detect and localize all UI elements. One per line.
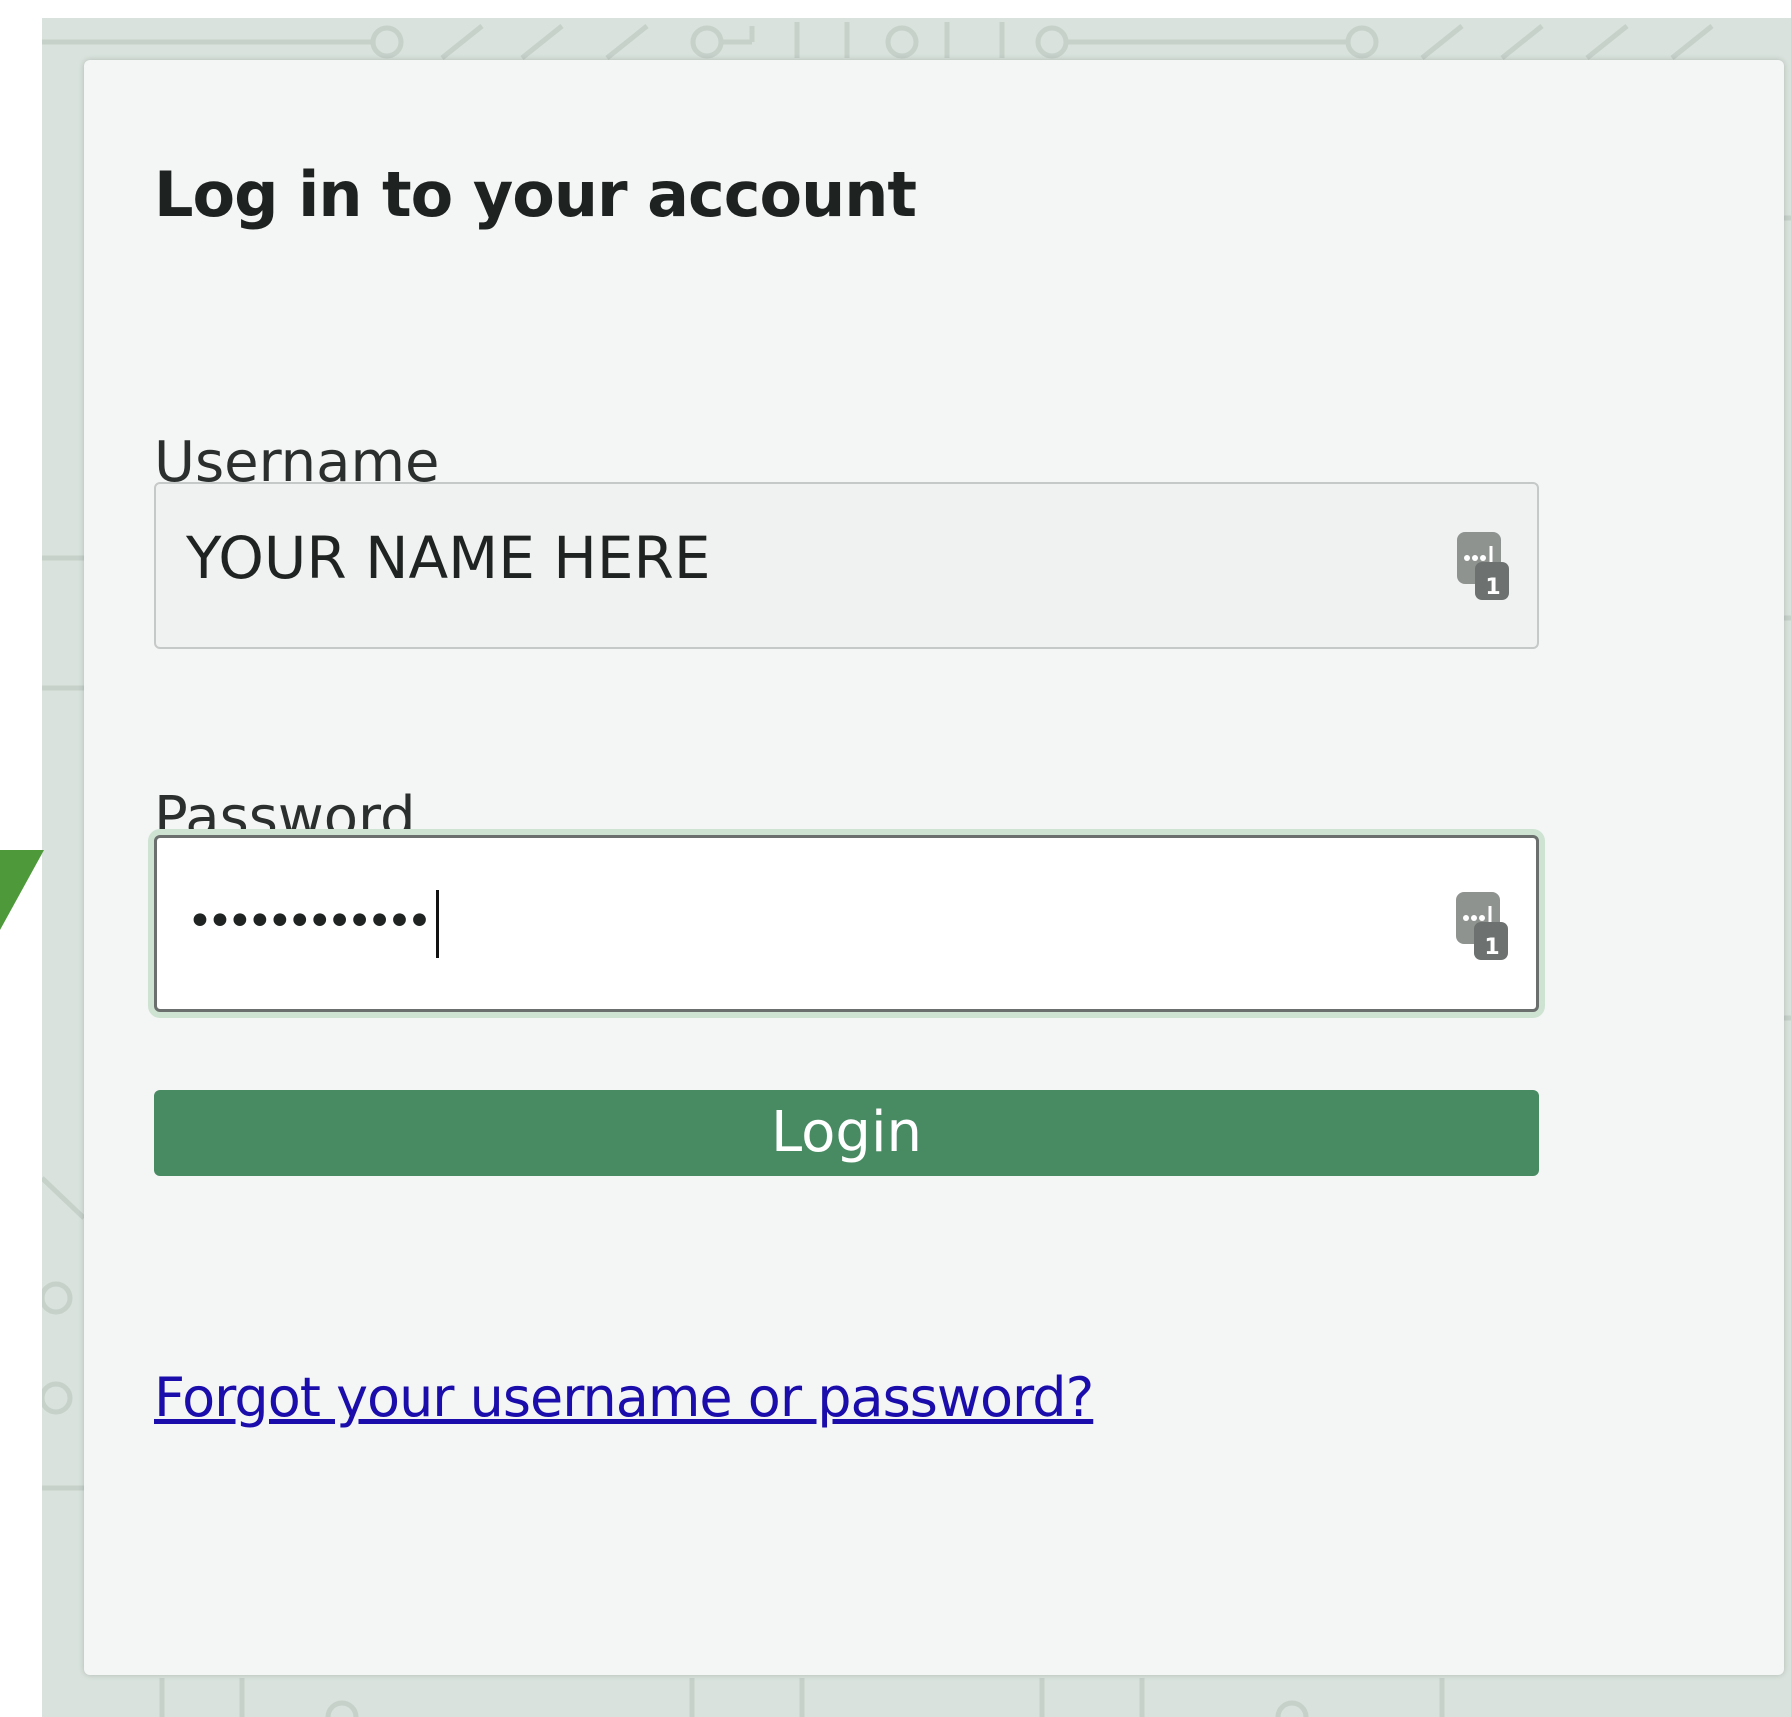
password-field[interactable]: •••••••••••• 1: [154, 835, 1539, 1012]
svg-text:1: 1: [1485, 575, 1500, 600]
login-button[interactable]: Login: [154, 1090, 1539, 1176]
text-caret: [436, 890, 440, 958]
password-masked-text: ••••••••••••: [187, 896, 432, 947]
password-manager-key-icon[interactable]: 1: [1454, 890, 1510, 962]
page-title: Log in to your account: [154, 158, 917, 231]
pointer-arrow-icon: [0, 850, 44, 930]
password-manager-key-icon[interactable]: 1: [1455, 530, 1511, 602]
password-value: ••••••••••••: [187, 890, 440, 958]
forgot-credentials-link[interactable]: Forgot your username or password?: [154, 1366, 1094, 1429]
username-value: YOUR NAME HERE: [186, 524, 711, 592]
login-page: Log in to your account Username YOUR NAM…: [0, 0, 1791, 1717]
svg-text:1: 1: [1484, 935, 1499, 960]
username-field[interactable]: YOUR NAME HERE 1: [154, 482, 1539, 649]
